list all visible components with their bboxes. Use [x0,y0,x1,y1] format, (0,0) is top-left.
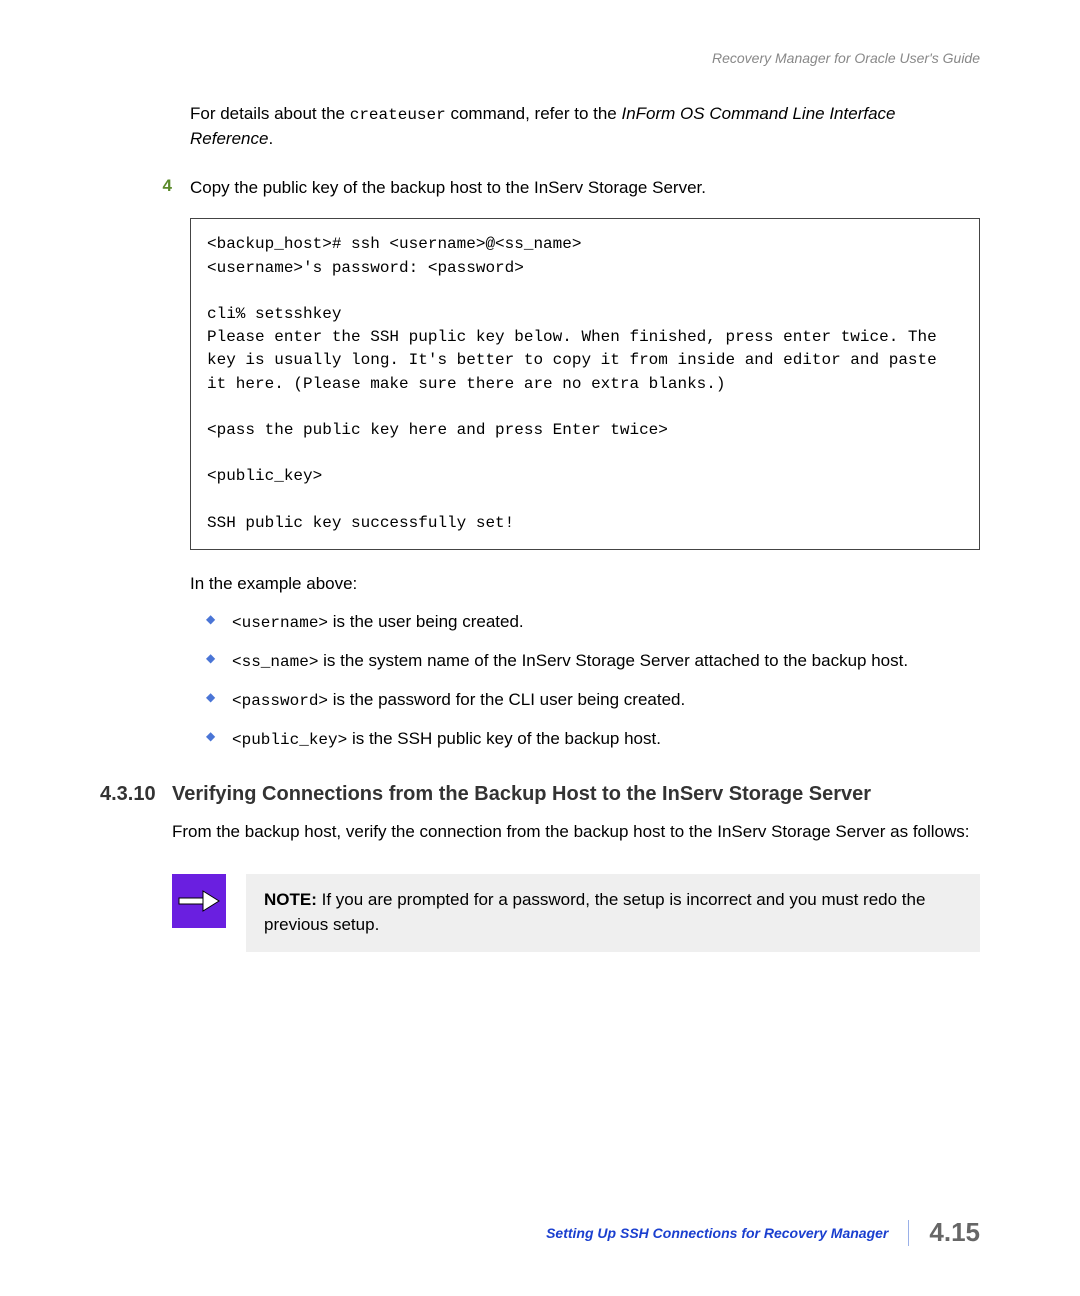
list-item: <public_key> is the SSH public key of th… [218,727,980,752]
section-heading: 4.3.10 Verifying Connections from the Ba… [100,783,980,806]
section-title: Verifying Connections from the Backup Ho… [172,783,980,806]
text: . [268,129,273,148]
text: command, refer to the [446,104,622,123]
running-header: Recovery Manager for Oracle User's Guide [100,50,980,66]
section-paragraph: From the backup host, verify the connect… [172,820,980,845]
step-number: 4 [100,176,190,201]
note-callout: NOTE: If you are prompted for a password… [172,874,980,951]
footer-section-label: Setting Up SSH Connections for Recovery … [546,1225,888,1241]
page-footer: Setting Up SSH Connections for Recovery … [546,1217,980,1248]
list-item: <username> is the user being created. [218,610,980,635]
inline-code: <public_key> [232,731,347,749]
example-intro: In the example above: [190,574,980,594]
note-label: NOTE: [264,890,317,909]
note-text-box: NOTE: If you are prompted for a password… [246,874,980,951]
inline-code: <password> [232,692,328,710]
section-number: 4.3.10 [100,783,172,806]
inline-code: <ss_name> [232,653,318,671]
text: is the SSH public key of the backup host… [347,729,661,748]
document-page: Recovery Manager for Oracle User's Guide… [0,0,1080,1296]
footer-page-number: 4.15 [929,1217,980,1248]
bullet-list: <username> is the user being created. <s… [190,610,980,753]
inline-code: <username> [232,614,328,632]
code-block: <backup_host># ssh <username>@<ss_name> … [190,218,980,549]
continuation-paragraph: For details about the createuser command… [190,102,980,152]
text: is the system name of the InServ Storage… [318,651,908,670]
step-4: 4 Copy the public key of the backup host… [100,176,980,201]
inline-code: createuser [350,106,446,124]
list-item: <ss_name> is the system name of the InSe… [218,649,980,674]
text: is the user being created. [328,612,524,631]
text: For details about the [190,104,350,123]
text: is the password for the CLI user being c… [328,690,685,709]
footer-divider [908,1220,909,1246]
list-item: <password> is the password for the CLI u… [218,688,980,713]
note-arrow-icon [172,874,226,928]
note-text: If you are prompted for a password, the … [264,890,925,934]
step-text: Copy the public key of the backup host t… [190,176,980,201]
